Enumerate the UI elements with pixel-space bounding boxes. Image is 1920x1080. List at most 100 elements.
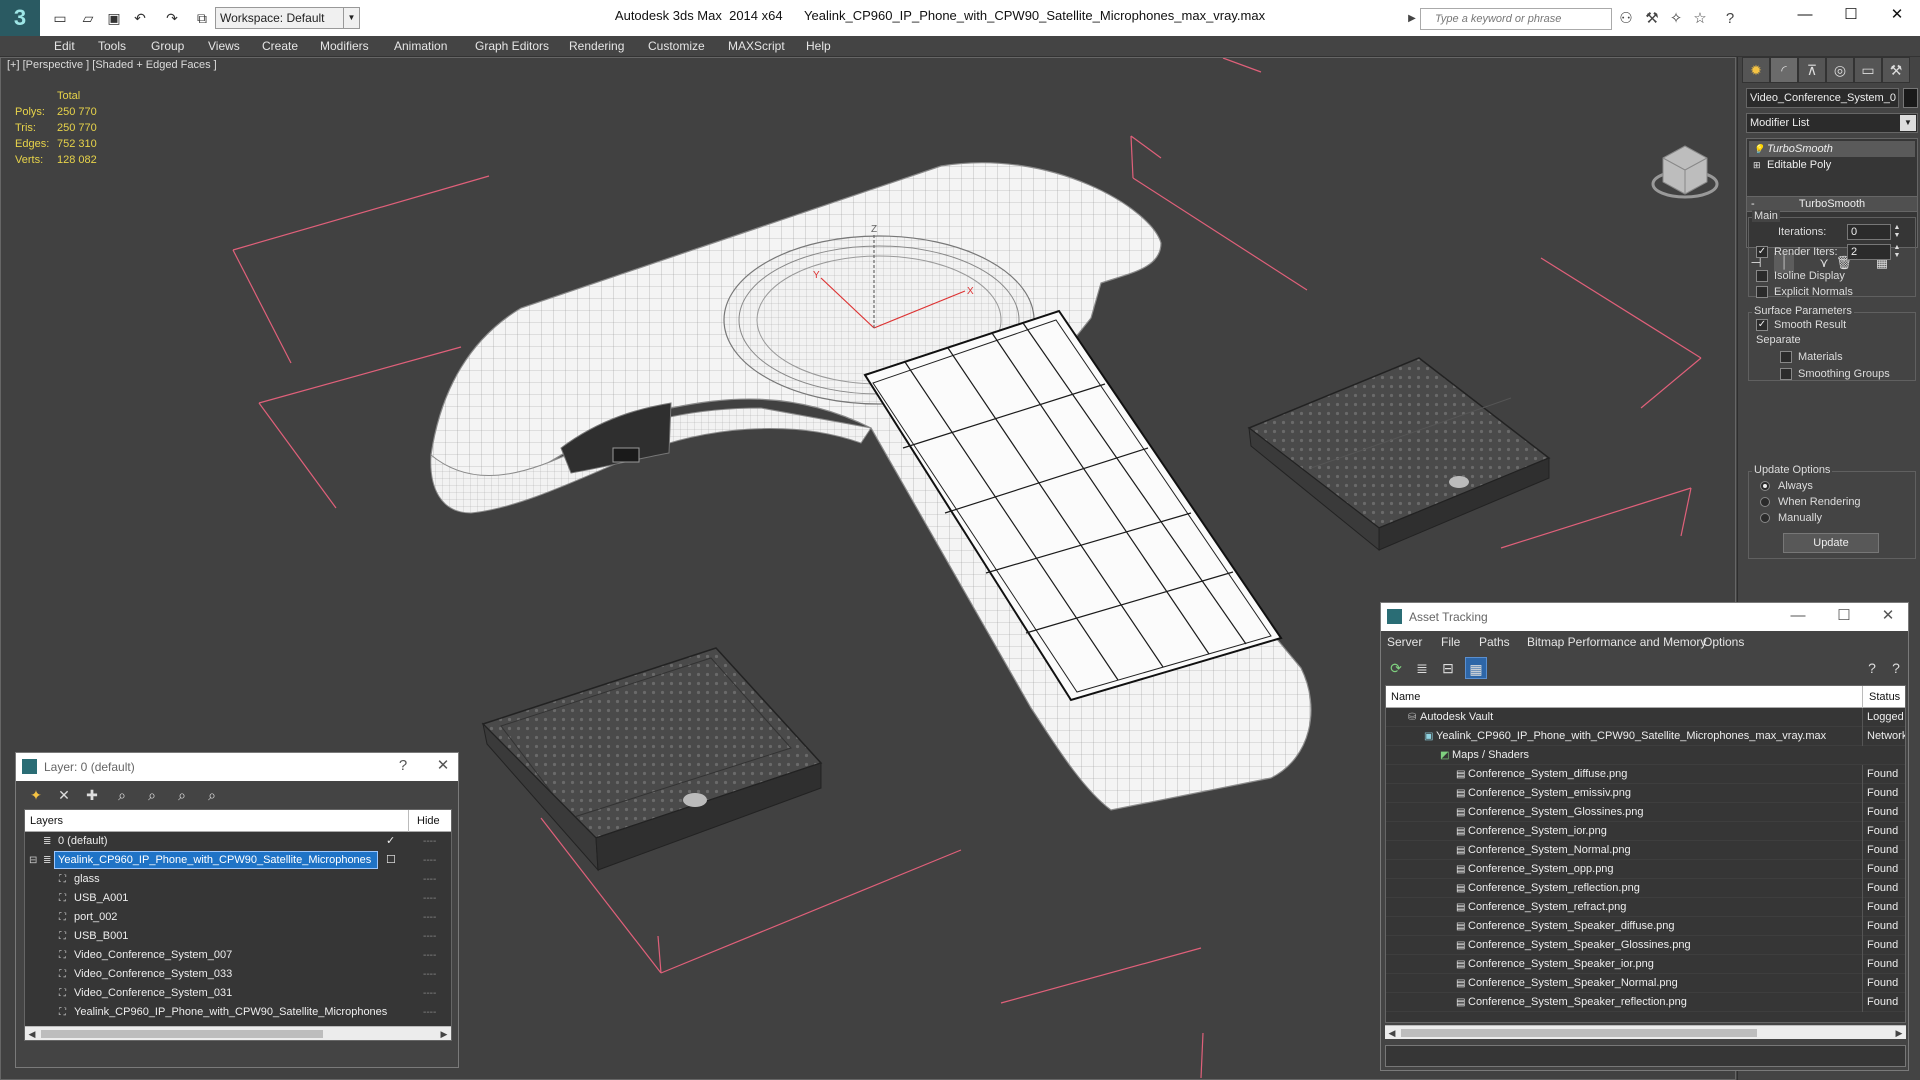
scroll-left-icon[interactable]: ◀ — [25, 1027, 39, 1040]
hide-toggle[interactable]: ---- — [423, 832, 436, 851]
minimize-button[interactable]: — — [1782, 0, 1828, 32]
viewport-label[interactable]: [+] [Perspective ] [Shaded + Edged Faces… — [7, 59, 217, 71]
modifier-list-dropdown[interactable]: Modifier List ▼ — [1746, 113, 1918, 133]
name-column-header[interactable]: Name — [1391, 686, 1420, 708]
minimize-button[interactable]: — — [1781, 603, 1815, 631]
layer-row[interactable]: ⛶ USB_A001 ---- — [25, 889, 451, 908]
stack-item-editable-poly[interactable]: ⊞ Editable Poly — [1749, 157, 1915, 173]
asset-dialog-title-bar[interactable]: Asset Tracking — ☐ ✕ — [1381, 603, 1908, 631]
asset-menu-paths[interactable]: Paths — [1479, 631, 1510, 653]
list-view-icon[interactable]: ≣ — [1411, 657, 1433, 679]
object-color-swatch[interactable] — [1903, 88, 1918, 108]
asset-row[interactable]: ◩ Maps / Shaders — [1386, 746, 1905, 765]
asset-menu-server[interactable]: Server — [1387, 631, 1422, 653]
highlight-layer-icon[interactable]: ⌕ — [140, 785, 164, 805]
layer-row[interactable]: ⊟ ≣ Yealink_CP960_IP_Phone_with_CPW90_Sa… — [25, 851, 451, 870]
save-icon[interactable]: ▣ — [104, 8, 124, 28]
asset-row[interactable]: ▤ Conference_System_Speaker_ior.png Foun… — [1386, 955, 1905, 974]
search-expand-icon[interactable]: ▶ — [1402, 9, 1422, 29]
explicit-normals-checkbox[interactable]: Explicit Normals — [1756, 284, 1853, 300]
expand-plus-icon[interactable]: ⊞ — [1753, 157, 1761, 173]
menu-create[interactable]: Create — [262, 36, 298, 57]
hide-toggle[interactable]: ---- — [423, 908, 436, 927]
help-icon[interactable]: ? — [1885, 657, 1907, 679]
subscription-icon[interactable]: ⚒ — [1642, 9, 1662, 29]
menu-customize[interactable]: Customize — [648, 36, 705, 57]
maximize-button[interactable]: ☐ — [1827, 603, 1861, 631]
maximize-button[interactable]: ☐ — [1828, 0, 1874, 32]
hide-toggle[interactable]: ---- — [423, 965, 436, 984]
always-radio[interactable]: Always — [1760, 478, 1813, 494]
table-view-icon[interactable]: ⊟ — [1437, 657, 1459, 679]
close-button[interactable]: ✕ — [1871, 603, 1905, 631]
asset-row[interactable]: ▤ Conference_System_ior.png Found — [1386, 822, 1905, 841]
set-active-box-icon[interactable]: ☐ — [386, 851, 396, 870]
active-layer-check-icon[interactable]: ✓ — [386, 832, 395, 851]
asset-row[interactable]: ▤ Conference_System_reflection.png Found — [1386, 879, 1905, 898]
layer-row[interactable]: ⛶ Video_Conference_System_033 ---- — [25, 965, 451, 984]
create-layer-icon[interactable]: ✦ — [24, 785, 48, 805]
asset-row[interactable]: ▤ Conference_System_Normal.png Found — [1386, 841, 1905, 860]
add-to-layer-icon[interactable]: ✚ — [80, 785, 104, 805]
create-tab-icon[interactable]: ✹ — [1742, 57, 1770, 83]
menu-edit[interactable]: Edit — [54, 36, 75, 57]
asset-row[interactable]: ▤ Conference_System_Speaker_reflection.p… — [1386, 993, 1905, 1012]
workspace-select[interactable]: Workspace: Default ▼ — [215, 7, 360, 29]
asset-row[interactable]: ▤ Conference_System_Speaker_Glossines.pn… — [1386, 936, 1905, 955]
hide-toggle[interactable]: ---- — [423, 851, 436, 870]
asset-row[interactable]: ▤ Conference_System_refract.png Found — [1386, 898, 1905, 917]
smooth-result-checkbox[interactable]: ✓ Smooth Result — [1756, 317, 1846, 333]
modify-tab-icon[interactable]: ◜ — [1770, 57, 1798, 83]
asset-row[interactable]: ▣ Yealink_CP960_IP_Phone_with_CPW90_Sate… — [1386, 727, 1905, 746]
close-button[interactable]: ✕ — [426, 753, 460, 781]
asset-row[interactable]: ▤ Conference_System_diffuse.png Found — [1386, 765, 1905, 784]
app-logo-icon[interactable]: 3 — [0, 0, 40, 36]
when-rendering-radio[interactable]: When Rendering — [1760, 494, 1861, 510]
horizontal-scrollbar[interactable]: ◀ ▶ — [1385, 1025, 1906, 1039]
hide-all-layers-icon[interactable]: ⌕ — [170, 785, 194, 805]
menu-tools[interactable]: Tools — [98, 36, 126, 57]
asset-row[interactable]: ▤ Conference_System_emissiv.png Found — [1386, 784, 1905, 803]
scroll-right-icon[interactable]: ▶ — [437, 1027, 451, 1040]
asset-row[interactable]: ▤ Conference_System_Speaker_diffuse.png … — [1386, 917, 1905, 936]
help-icon[interactable]: ? — [1720, 9, 1740, 29]
hide-toggle[interactable]: ---- — [423, 889, 436, 908]
utilities-tab-icon[interactable]: ⚒ — [1882, 57, 1910, 83]
update-button[interactable]: Update — [1783, 533, 1879, 553]
close-button[interactable]: ✕ — [1874, 0, 1920, 32]
menu-modifiers[interactable]: Modifiers — [320, 36, 369, 57]
asset-menu-options[interactable]: Options — [1703, 631, 1744, 653]
isoline-display-checkbox[interactable]: Isoline Display — [1756, 268, 1845, 284]
status-column-header[interactable]: Status — [1862, 686, 1900, 708]
undo-icon[interactable]: ↶ — [130, 8, 150, 28]
layer-row[interactable]: ⛶ Video_Conference_System_031 ---- — [25, 984, 451, 1003]
redo-icon[interactable]: ↷ — [162, 8, 182, 28]
hide-toggle[interactable]: ---- — [423, 870, 436, 889]
spinner-arrows-icon[interactable]: ▲ ▼ — [1892, 244, 1902, 260]
asset-menu-bitmap-performance[interactable]: Bitmap Performance and Memory — [1527, 631, 1706, 653]
hierarchy-tab-icon[interactable]: ⊼ — [1798, 57, 1826, 83]
select-objects-icon[interactable]: ⌕ — [110, 785, 134, 805]
menu-maxscript[interactable]: MAXScript — [728, 36, 785, 57]
grid-view-icon[interactable]: ▦ — [1465, 657, 1487, 679]
hide-toggle[interactable]: ---- — [423, 946, 436, 965]
object-name-field[interactable]: Video_Conference_System_0 — [1746, 88, 1899, 108]
motion-tab-icon[interactable]: ◎ — [1826, 57, 1854, 83]
asset-path-field[interactable] — [1385, 1045, 1906, 1067]
layer-row[interactable]: ⛶ Video_Conference_System_007 ---- — [25, 946, 451, 965]
hide-toggle[interactable]: ---- — [423, 927, 436, 946]
freeze-all-layers-icon[interactable]: ⌕ — [200, 785, 224, 805]
hide-toggle[interactable]: ---- — [423, 1003, 436, 1022]
manually-radio[interactable]: Manually — [1760, 510, 1822, 526]
layer-dialog-title-bar[interactable]: Layer: 0 (default) ? ✕ — [16, 753, 458, 781]
layer-row[interactable]: ⛶ port_002 ---- — [25, 908, 451, 927]
open-file-icon[interactable]: ▱ — [78, 8, 98, 28]
spinner-arrows-icon[interactable]: ▲ ▼ — [1892, 224, 1902, 240]
delete-layer-icon[interactable]: ✕ — [52, 785, 76, 805]
layers-column-header[interactable]: Layers — [30, 810, 63, 832]
render-iters-spinner[interactable]: 2 — [1847, 244, 1891, 260]
layer-row[interactable]: ⛶ USB_B001 ---- — [25, 927, 451, 946]
menu-animation[interactable]: Animation — [394, 36, 447, 57]
asset-row[interactable]: ⛁ Autodesk Vault Logged Out — [1386, 708, 1905, 727]
horizontal-scrollbar[interactable]: ◀ ▶ — [25, 1026, 451, 1040]
